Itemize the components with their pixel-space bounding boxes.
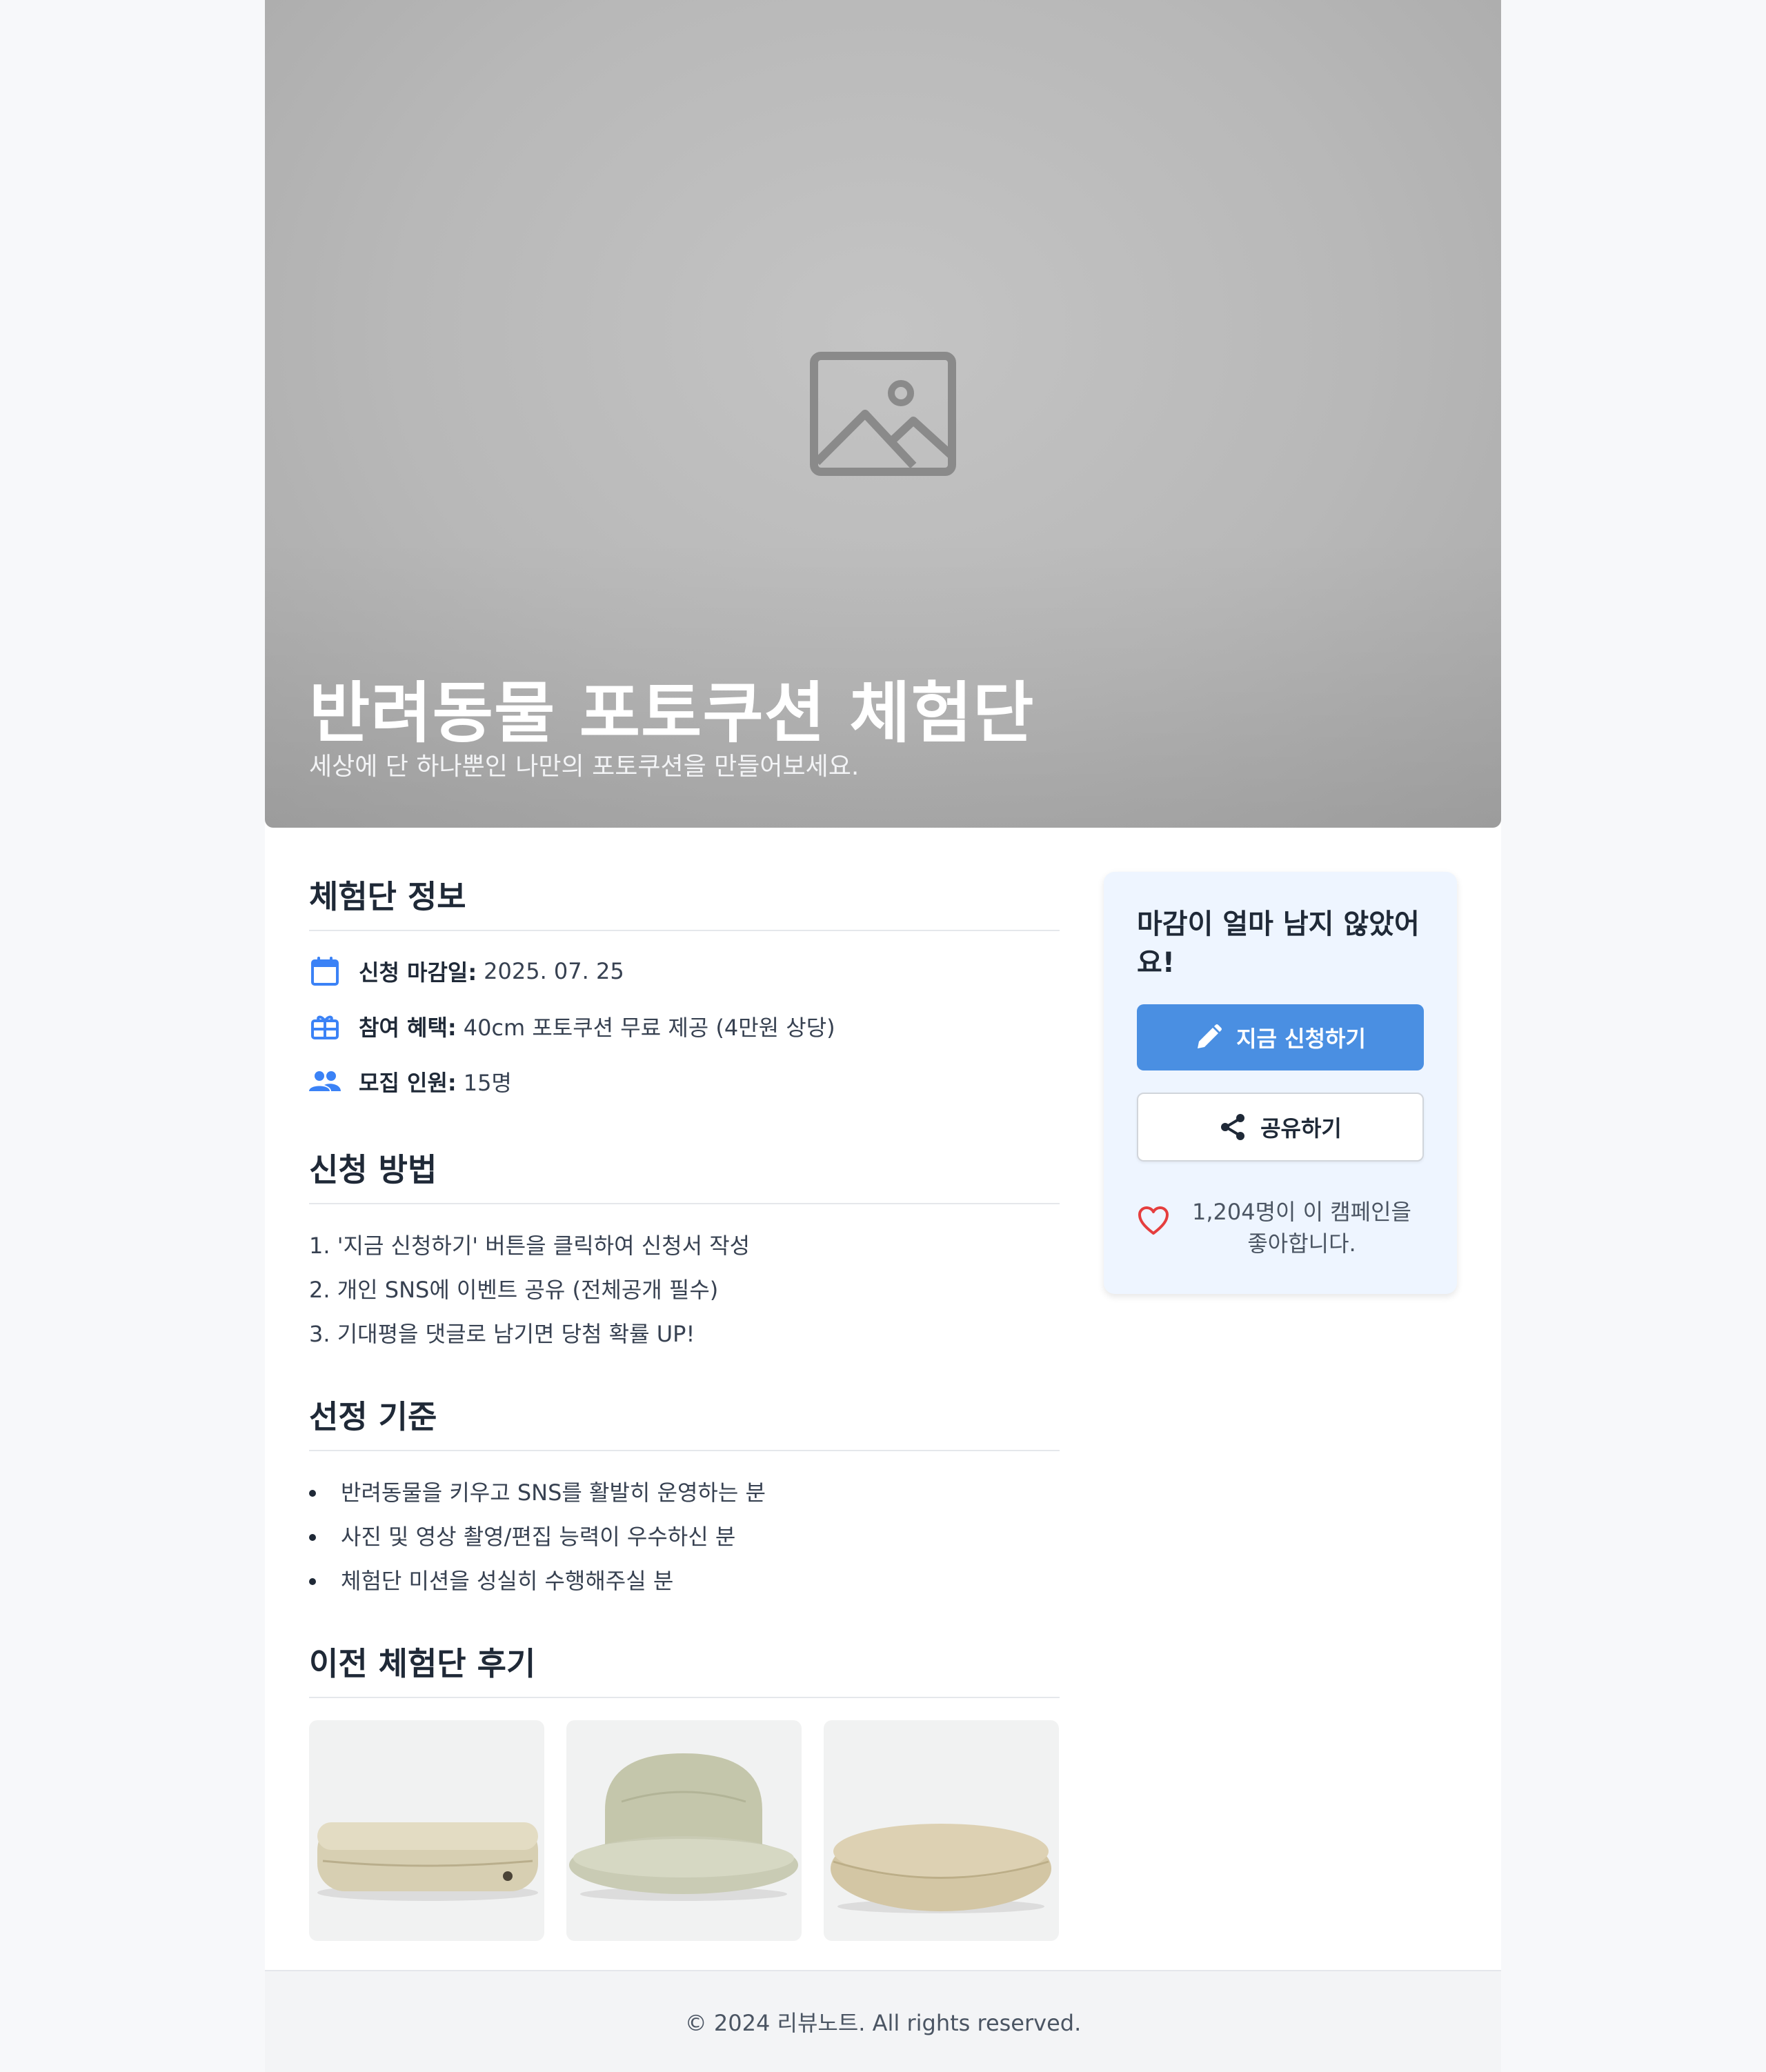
share-button-label: 공유하기 xyxy=(1260,1115,1342,1142)
info-value: 2025. 07. 25 xyxy=(484,958,624,984)
bullet-icon xyxy=(309,1534,316,1541)
review-image-flat-cushion[interactable] xyxy=(309,1720,544,1941)
share-icon xyxy=(1219,1113,1247,1141)
criteria-heading: 선정 기준 xyxy=(309,1392,1060,1451)
info-label: 신청 마감일: xyxy=(359,959,477,986)
info-value: 15명 xyxy=(463,1070,512,1096)
reviews-section: 이전 체험단 후기 xyxy=(309,1639,1060,1941)
campaign-page: 반려동물 포토쿠션 체험단 세상에 단 하나뿐인 나만의 포토쿠션을 만들어보세… xyxy=(265,0,1501,2072)
step-item: 1. '지금 신청하기' 버튼을 클릭하여 신청서 작성 xyxy=(309,1233,751,1259)
criteria-text: 반려동물을 키우고 SNS를 활발히 운영하는 분 xyxy=(341,1480,766,1506)
footer: © 2024 리뷰노트. All rights reserved. xyxy=(265,1970,1501,2072)
info-label: 모집 인원: xyxy=(359,1070,457,1096)
likes-row: 1,204명이 이 캠페인을 좋아합니다. xyxy=(1137,1196,1424,1259)
copyright-text: © 2024 리뷰노트. All rights reserved. xyxy=(684,2010,1082,2036)
criteria-section: 선정 기준 반려동물을 키우고 SNS를 활발히 운영하는 분 사진 및 영상 … xyxy=(309,1392,1060,1603)
cta-panel: 마감이 얼마 남지 않았어요! 지금 신청하기 공유하기 1,204명이 이 캠… xyxy=(1104,872,1457,1294)
deadline-notice: 마감이 얼마 남지 않았어요! xyxy=(1137,908,1420,979)
review-image-round-cushion[interactable] xyxy=(824,1720,1059,1941)
info-deadline: 신청 마감일: 2025. 07. 25 xyxy=(309,944,1060,999)
info-section: 체험단 정보 신청 마감일: 2025. 07. 25 참여 혜택: 40cm … xyxy=(309,872,1060,1109)
page-title: 반려동물 포토쿠션 체험단 xyxy=(309,675,1035,752)
info-benefit: 참여 혜택: 40cm 포토쿠션 무료 제공 (4만원 상당) xyxy=(309,999,1060,1054)
calendar-icon xyxy=(309,955,341,987)
how-section: 신청 방법 1. '지금 신청하기' 버튼을 클릭하여 신청서 작성 2. 개인… xyxy=(309,1145,1060,1356)
heart-icon[interactable] xyxy=(1137,1204,1170,1237)
pencil-icon xyxy=(1195,1024,1222,1051)
main-content: 체험단 정보 신청 마감일: 2025. 07. 25 참여 혜택: 40cm … xyxy=(309,872,1060,1941)
apply-button-label: 지금 신청하기 xyxy=(1236,1026,1366,1052)
apply-button[interactable]: 지금 신청하기 xyxy=(1137,1004,1424,1070)
step-item: 2. 개인 SNS에 이벤트 공유 (전체공개 필수) xyxy=(309,1277,719,1303)
share-button[interactable]: 공유하기 xyxy=(1137,1093,1424,1162)
reviews-heading: 이전 체험단 후기 xyxy=(309,1639,1060,1698)
criteria-text: 체험단 미션을 성실히 수행해주실 분 xyxy=(341,1568,674,1594)
likes-count-text: 1,204명이 이 캠페인을 좋아합니다. xyxy=(1191,1199,1412,1257)
criteria-item: 반려동물을 키우고 SNS를 활발히 운영하는 분 xyxy=(309,1471,1060,1515)
page-subtitle: 세상에 단 하나뿐인 나만의 포토쿠션을 만들어보세요. xyxy=(309,753,860,781)
review-image-chair-cushion[interactable] xyxy=(566,1720,802,1941)
info-label: 참여 혜택: xyxy=(359,1015,457,1041)
criteria-item: 체험단 미션을 성실히 수행해주실 분 xyxy=(309,1559,1060,1603)
how-heading: 신청 방법 xyxy=(309,1145,1060,1204)
info-value: 40cm 포토쿠션 무료 제공 (4만원 상당) xyxy=(463,1015,835,1041)
criteria-item: 사진 및 영상 촬영/편집 능력이 우수하신 분 xyxy=(309,1515,1060,1559)
people-icon xyxy=(309,1066,341,1097)
criteria-text: 사진 및 영상 촬영/편집 능력이 우수하신 분 xyxy=(341,1524,736,1550)
image-placeholder-icon xyxy=(810,352,956,476)
hero-banner: 반려동물 포토쿠션 체험단 세상에 단 하나뿐인 나만의 포토쿠션을 만들어보세… xyxy=(265,0,1501,828)
bullet-icon xyxy=(309,1490,316,1497)
info-heading: 체험단 정보 xyxy=(309,872,1060,931)
bullet-icon xyxy=(309,1578,316,1585)
gift-icon xyxy=(309,1010,341,1042)
step-item: 3. 기대평을 댓글로 남기면 당첨 확률 UP! xyxy=(309,1321,695,1347)
info-recruit: 모집 인원: 15명 xyxy=(309,1054,1060,1109)
